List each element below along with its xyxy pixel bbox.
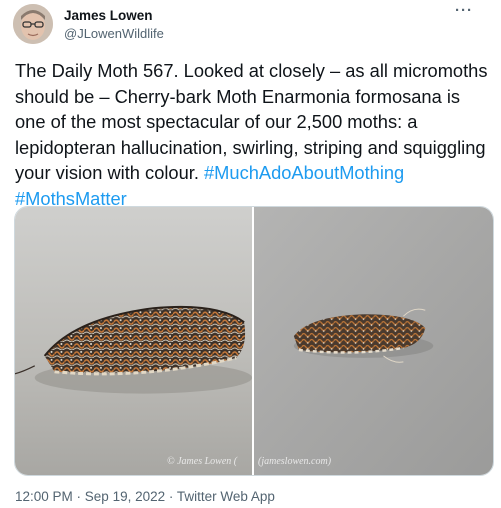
meta-separator: · bbox=[165, 489, 177, 504]
tweet-text: The Daily Moth 567. Looked at closely – … bbox=[15, 58, 495, 211]
more-options-icon[interactable]: ··· bbox=[455, 2, 473, 19]
moth-image bbox=[254, 207, 493, 475]
meta-separator: · bbox=[72, 489, 85, 504]
tweet-time[interactable]: 12:00 PM bbox=[15, 489, 73, 504]
hashtag-link[interactable]: #MuchAdoAboutMothing bbox=[204, 162, 404, 183]
media-grid: © James Lowen ( (jameslowen.com) bbox=[14, 206, 494, 476]
avatar[interactable] bbox=[13, 4, 53, 44]
moth-photo-right[interactable]: (jameslowen.com) bbox=[254, 207, 493, 475]
tweet-date[interactable]: Sep 19, 2022 bbox=[85, 489, 165, 504]
moth-photo-left[interactable]: © James Lowen ( bbox=[15, 207, 254, 475]
author-name[interactable]: James Lowen bbox=[64, 8, 153, 23]
watermark: (jameslowen.com) bbox=[258, 456, 332, 467]
tweet-metadata: 12:00 PM · Sep 19, 2022 · Twitter Web Ap… bbox=[15, 489, 275, 504]
avatar-image bbox=[13, 4, 53, 44]
watermark: © James Lowen ( bbox=[167, 456, 238, 467]
tweet-source[interactable]: Twitter Web App bbox=[177, 489, 275, 504]
author-handle[interactable]: @JLowenWildlife bbox=[64, 26, 164, 41]
moth-image bbox=[15, 207, 252, 475]
